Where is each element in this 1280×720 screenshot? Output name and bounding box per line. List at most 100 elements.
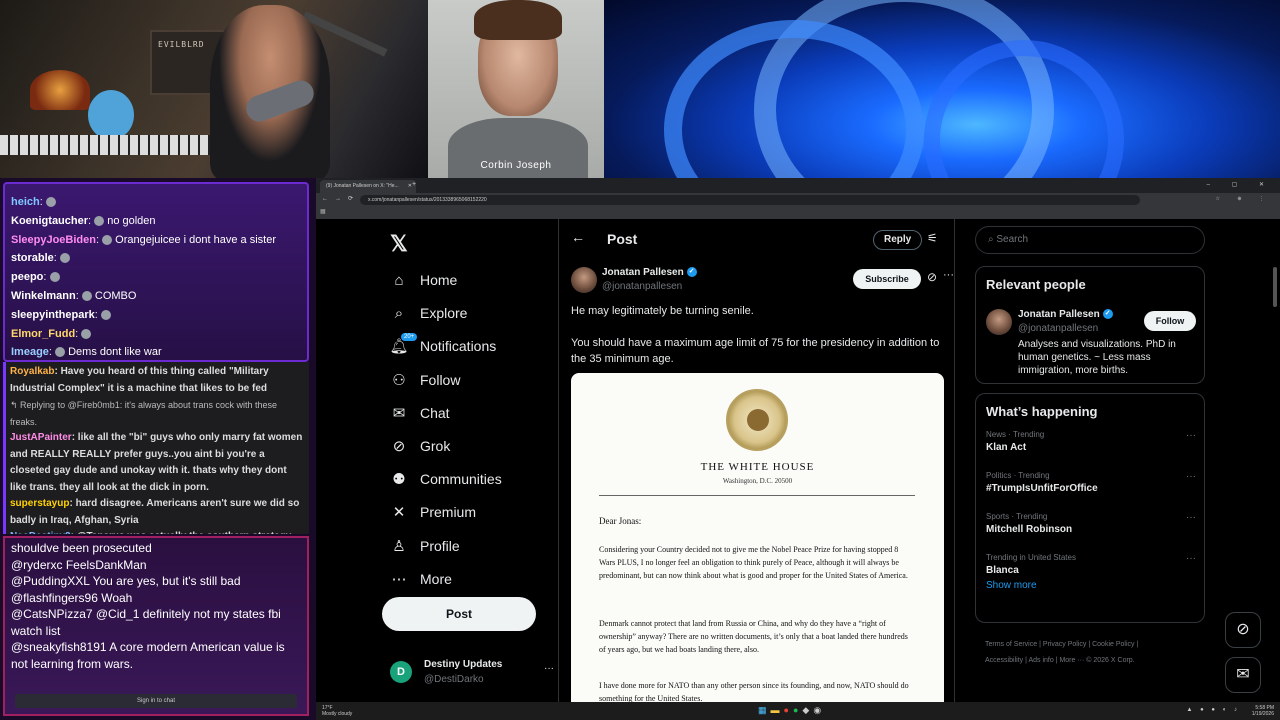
- profile-icon: ♙: [392, 537, 406, 555]
- system-tray-icons[interactable]: ▲ ● ● ◐ ♪: [1187, 707, 1240, 713]
- post-image-letter[interactable]: THE WHITE HOUSE Washington, D.C. 20500 D…: [571, 373, 944, 713]
- nav-item-label: Communities: [420, 471, 502, 488]
- messages-fab-icon[interactable]: ✉: [1225, 657, 1261, 693]
- twitch-chat: heich: Koenigtaucher: no golden SleepyJoe…: [3, 182, 309, 362]
- chat-username[interactable]: storable: [11, 252, 54, 264]
- account-switcher[interactable]: D Destiny Updates @DestiDarko ···: [390, 659, 554, 693]
- nav-item-communities[interactable]: ⚉ Communities: [390, 466, 502, 492]
- weather-widget[interactable]: 17°F Mostly cloudy: [322, 705, 352, 717]
- show-more-link[interactable]: Show more: [986, 580, 1037, 591]
- trend-item[interactable]: Sports · Trending Mitchell Robinson ···: [986, 512, 1196, 535]
- whats-happening-card: What’s happening News · Trending Klan Act…: [975, 393, 1205, 623]
- chat-message: Winkelmann: COMBO: [11, 287, 301, 306]
- x-icon: ✕: [392, 504, 406, 522]
- nav-item-grok[interactable]: ⊘ Grok: [390, 433, 451, 459]
- nav-item-premium[interactable]: ✕ Premium: [390, 499, 476, 525]
- nav-item-home[interactable]: ⌂ Home: [390, 267, 457, 293]
- nav-item-chat[interactable]: ✉ Chat: [390, 400, 450, 426]
- nav-item-label: Follow: [420, 371, 461, 388]
- chat-username[interactable]: JustAPainter: [10, 432, 72, 443]
- author-avatar[interactable]: [571, 267, 597, 293]
- follow-button[interactable]: Follow: [1144, 311, 1196, 331]
- chat-username[interactable]: Royalkab: [10, 366, 54, 377]
- more-dots-icon[interactable]: ···: [544, 663, 554, 674]
- back-arrow-icon[interactable]: ←: [571, 229, 585, 245]
- chat-username[interactable]: Elmor_Fudd: [11, 328, 75, 340]
- adjust-icon[interactable]: ⚟: [927, 231, 938, 245]
- subscribe-button[interactable]: Subscribe: [853, 269, 921, 289]
- chat-column: heich: Koenigtaucher: no golden SleepyJoe…: [0, 178, 316, 720]
- chat-text: Dems dont like war: [68, 346, 162, 359]
- taskbar-apps[interactable]: ▦▬●●◆◉: [758, 705, 825, 716]
- chat-username[interactable]: sleepyinthepark: [11, 309, 95, 321]
- nav-item-more[interactable]: ⋯ More: [390, 566, 452, 592]
- notification-badge: 20+: [401, 333, 418, 342]
- presidential-seal-icon: [726, 389, 788, 451]
- grok-fab-icon[interactable]: ⊘: [1225, 612, 1261, 648]
- window-controls[interactable]: – ▢ ✕: [1207, 181, 1274, 188]
- chat-message: storable:: [11, 249, 301, 268]
- grok-icon[interactable]: ⊘: [927, 270, 937, 284]
- address-bar[interactable]: x.com/jonatanpallesen/status/20133389650…: [360, 195, 1140, 205]
- search-icon: ⌕: [394, 304, 404, 322]
- chat-username[interactable]: Winkelmann: [11, 290, 76, 302]
- search-input[interactable]: ⌕ Search: [975, 226, 1205, 254]
- person-avatar[interactable]: [986, 309, 1012, 335]
- trend-title: Mitchell Robinson: [986, 524, 1073, 535]
- chat-username[interactable]: NeoDestiny2: [10, 531, 71, 534]
- weather-desc: Mostly cloudy: [322, 711, 353, 717]
- tab-active[interactable]: (9) Jonatan Pallesen on X: "He... ✕: [320, 180, 416, 193]
- steam-icon[interactable]: ◉: [813, 705, 825, 715]
- person-handle[interactable]: @jonatanpallesen: [1018, 323, 1098, 334]
- clock[interactable]: 5:58 PM 1/19/2026: [1252, 705, 1274, 717]
- trend-item[interactable]: Politics · Trending #TrumpIsUnfitForOffic…: [986, 471, 1196, 494]
- app-icon[interactable]: ◆: [802, 705, 813, 715]
- x-logo-icon[interactable]: 𝕏: [390, 231, 408, 257]
- trend-title: Klan Act: [986, 442, 1027, 453]
- nav-item-profile[interactable]: ♙ Profile: [390, 533, 459, 559]
- chat-username[interactable]: superstayup: [10, 498, 69, 509]
- verified-badge-icon: ✓: [1102, 309, 1113, 320]
- footer-line-2[interactable]: Accessibility | Ads info | More ··· © 20…: [985, 653, 1205, 669]
- footer-line-1[interactable]: Terms of Service | Privacy Policy | Cook…: [985, 637, 1205, 653]
- chat-username[interactable]: SleepyJoeBiden: [11, 234, 96, 246]
- nav-item-notifications[interactable]: 🔔︎ 20+ Notifications: [389, 333, 496, 359]
- emote-icon: [49, 272, 60, 283]
- nav-buttons[interactable]: ←→⟳: [322, 195, 360, 202]
- chat-username[interactable]: heich: [11, 196, 40, 208]
- more-dots-icon[interactable]: ···: [1186, 471, 1196, 482]
- chrome-icon[interactable]: ●: [784, 705, 793, 715]
- spotify-icon[interactable]: ●: [793, 705, 802, 715]
- more-dots-icon[interactable]: ···: [1186, 512, 1196, 523]
- nav-item-explore[interactable]: ⌕ Explore: [390, 300, 468, 326]
- explorer-icon[interactable]: ▬: [771, 705, 784, 715]
- trend-item[interactable]: Trending in United States Blanca ···: [986, 553, 1196, 576]
- chat-message: Elmor_Fudd:: [11, 325, 301, 344]
- chat-username[interactable]: peepo: [11, 271, 43, 283]
- toolbar-icons[interactable]: ☆ ⊕ ⋮: [1216, 196, 1272, 202]
- scrollbar[interactable]: [1273, 267, 1277, 307]
- new-tab-button[interactable]: +: [412, 181, 416, 188]
- start-icon[interactable]: ▦: [758, 705, 771, 715]
- more-dots-icon[interactable]: ···: [943, 269, 954, 281]
- apps-icon[interactable]: ▦: [320, 209, 326, 215]
- trend-item[interactable]: News · Trending Klan Act ···: [986, 430, 1196, 453]
- chat-username[interactable]: Imeage: [11, 346, 49, 358]
- signin-chat-button[interactable]: Sign in to chat: [15, 694, 297, 708]
- emote-icon: [55, 347, 66, 358]
- chat-username[interactable]: Koenigtaucher: [11, 215, 88, 227]
- person-name-row[interactable]: Jonatan Pallesen ✓: [1018, 309, 1113, 320]
- author-handle[interactable]: @jonatanpallesen: [602, 281, 682, 292]
- tab-title: (9) Jonatan Pallesen on X: "He...: [326, 183, 399, 189]
- author-name-row[interactable]: Jonatan Pallesen ✓: [602, 267, 697, 278]
- chat-message: JustAPainter: like all the "bi" guys who…: [10, 430, 305, 496]
- reply-button[interactable]: Reply: [873, 230, 923, 250]
- more-dots-icon[interactable]: ···: [1186, 430, 1196, 441]
- eagle-emblem: [747, 409, 769, 431]
- nav-item-follow[interactable]: ⚇ Follow: [390, 367, 460, 393]
- more-dots-icon[interactable]: ···: [1186, 553, 1196, 564]
- footer-links: Terms of Service | Privacy Policy | Cook…: [985, 637, 1205, 669]
- chat-message: @flashfingers96 Woah: [11, 590, 133, 605]
- search-placeholder: Search: [996, 234, 1029, 245]
- post-button[interactable]: Post: [382, 597, 536, 631]
